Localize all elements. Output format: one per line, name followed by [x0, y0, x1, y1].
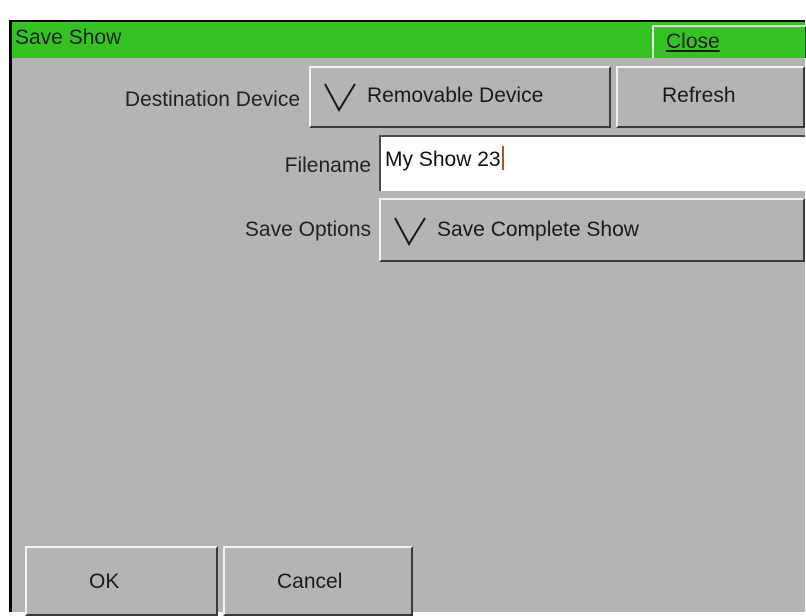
- dialog-title: Save Show: [15, 26, 122, 49]
- chevron-down-icon: [394, 217, 426, 246]
- filename-value: My Show 23: [385, 148, 501, 171]
- filename-label: Filename: [284, 154, 371, 177]
- cancel-button[interactable]: Cancel: [223, 546, 413, 616]
- close-button-label: Close: [666, 30, 720, 53]
- refresh-button-label: Refresh: [662, 84, 736, 107]
- cancel-button-label: Cancel: [277, 570, 343, 593]
- refresh-button[interactable]: Refresh: [616, 66, 805, 128]
- ok-button-label: OK: [89, 570, 120, 593]
- save-options-dropdown[interactable]: Save Complete Show: [379, 198, 805, 262]
- destination-device-value: Removable Device: [367, 84, 544, 107]
- ok-button[interactable]: OK: [25, 546, 218, 616]
- save-options-label: Save Options: [244, 218, 371, 241]
- title-bar: Save Show Close: [12, 22, 806, 58]
- text-caret: [501, 146, 504, 170]
- save-show-dialog: Save Show Close Destination Device Remov…: [9, 20, 806, 616]
- save-options-value: Save Complete Show: [437, 218, 639, 241]
- filename-input[interactable]: My Show 23: [379, 135, 805, 191]
- destination-device-label: Destination Device: [124, 88, 300, 111]
- destination-device-dropdown[interactable]: Removable Device: [309, 66, 611, 128]
- close-button[interactable]: Close: [652, 25, 806, 58]
- chevron-down-icon: [324, 83, 356, 112]
